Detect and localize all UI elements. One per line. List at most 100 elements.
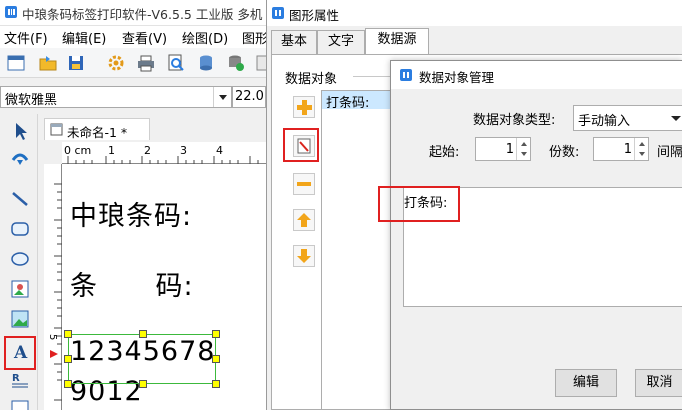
vertical-ruler-ticks bbox=[50, 183, 62, 401]
resize-handle[interactable] bbox=[212, 330, 220, 338]
app-logo-icon bbox=[5, 6, 17, 18]
highlight-content-text bbox=[378, 186, 460, 222]
arrow-down-icon bbox=[297, 249, 311, 263]
data-object-manager-dialog: 数据对象管理 数据对象类型: 手动输入 起始: 1 份数: 1 间隔 打条码: … bbox=[390, 60, 682, 410]
start-value: 1 bbox=[505, 142, 514, 157]
properties-title: 图形属性 bbox=[289, 8, 340, 23]
chevron-down-icon bbox=[671, 116, 681, 121]
manager-title-bar: 数据对象管理 bbox=[391, 61, 682, 89]
move-up-button[interactable] bbox=[293, 209, 315, 231]
data-object-type-select[interactable]: 手动输入 bbox=[573, 105, 682, 131]
start-spin-buttons[interactable] bbox=[516, 138, 530, 160]
spin-arrows-icon bbox=[639, 142, 645, 156]
canvas-text-line[interactable]: 条 码: bbox=[70, 264, 194, 303]
rich-text-tool-icon[interactable]: R bbox=[9, 370, 31, 392]
print-preview-icon[interactable] bbox=[166, 53, 186, 73]
type-dropdown-arrow[interactable] bbox=[669, 106, 682, 130]
resize-handle[interactable] bbox=[64, 380, 72, 388]
minus-icon bbox=[297, 182, 311, 186]
ruler-position-marker bbox=[50, 350, 58, 358]
settings-gear-icon[interactable] bbox=[106, 53, 126, 73]
label-canvas[interactable]: 中琅条码: 条 码: 12345678 9012 bbox=[62, 164, 268, 410]
list-item[interactable]: 打条码: bbox=[322, 91, 394, 111]
selection-box[interactable] bbox=[64, 330, 220, 388]
menu-graphics[interactable]: 图形 bbox=[242, 28, 268, 47]
tab-basic[interactable]: 基本 bbox=[271, 30, 317, 54]
list-item-label: 打条码: bbox=[326, 96, 370, 111]
print-icon[interactable] bbox=[136, 53, 156, 73]
menu-file[interactable]: 文件(F) bbox=[4, 28, 48, 47]
font-size-value: 22.0 bbox=[235, 89, 264, 104]
ruler-label: 4 bbox=[216, 144, 223, 157]
font-size-select[interactable]: 22.0 bbox=[232, 86, 266, 108]
font-dropdown-arrow[interactable] bbox=[213, 87, 231, 107]
open-folder-icon[interactable] bbox=[38, 53, 58, 73]
pan-hand-icon[interactable] bbox=[9, 148, 31, 170]
line-tool-icon[interactable] bbox=[9, 188, 31, 210]
new-window-icon[interactable] bbox=[6, 53, 26, 73]
ruler-label: 1 bbox=[108, 144, 115, 157]
arrow-up-icon bbox=[297, 213, 311, 227]
menu-view[interactable]: 查看(V) bbox=[122, 28, 167, 47]
font-name-value: 微软雅黑 bbox=[5, 93, 58, 108]
save-icon[interactable] bbox=[66, 53, 86, 73]
start-spinner[interactable]: 1 bbox=[475, 137, 531, 161]
svg-text:R: R bbox=[12, 373, 20, 384]
menu-edit[interactable]: 编辑(E) bbox=[62, 28, 106, 47]
ruler-label: 5 bbox=[47, 334, 58, 341]
canvas-text-line[interactable]: 中琅条码: bbox=[70, 194, 192, 233]
data-object-type-label: 数据对象类型: bbox=[473, 113, 556, 128]
rounded-rect-tool-icon[interactable] bbox=[9, 218, 31, 240]
resize-handle[interactable] bbox=[139, 330, 147, 338]
properties-title-bar: 图形属性 bbox=[267, 0, 682, 26]
data-object-list[interactable]: 打条码: bbox=[321, 90, 395, 410]
picture-tool-icon[interactable] bbox=[9, 308, 31, 330]
menu-draw[interactable]: 绘图(D) bbox=[182, 28, 228, 47]
highlight-text-tool bbox=[4, 336, 36, 370]
vertical-ruler: 5 bbox=[44, 164, 62, 410]
spin-arrows-icon bbox=[521, 142, 527, 156]
document-tab-label: 未命名-1 * bbox=[67, 125, 128, 140]
data-object-label: 数据对象 bbox=[285, 72, 338, 87]
tab-datasource[interactable]: 数据源 bbox=[365, 28, 429, 55]
resize-handle[interactable] bbox=[64, 330, 72, 338]
copies-value: 1 bbox=[623, 142, 632, 157]
chevron-down-icon bbox=[219, 95, 227, 100]
resize-handle[interactable] bbox=[212, 380, 220, 388]
ellipse-tool-icon[interactable] bbox=[9, 248, 31, 270]
plus-icon bbox=[297, 100, 312, 115]
document-tab[interactable]: 未命名-1 * bbox=[44, 118, 150, 140]
database-icon[interactable] bbox=[196, 53, 216, 73]
manager-title: 数据对象管理 bbox=[419, 70, 495, 85]
cancel-button[interactable]: 取消 bbox=[635, 369, 682, 397]
app-logo-icon bbox=[400, 69, 412, 81]
ruler-label: 0 cm bbox=[64, 144, 92, 157]
document-icon bbox=[50, 123, 63, 136]
font-name-select[interactable]: 微软雅黑 bbox=[0, 86, 232, 108]
tab-text[interactable]: 文字 bbox=[317, 30, 365, 54]
copies-spin-buttons[interactable] bbox=[634, 138, 648, 160]
pointer-select-icon[interactable] bbox=[9, 120, 31, 142]
resize-handle[interactable] bbox=[139, 380, 147, 388]
ruler-ticks bbox=[67, 156, 259, 164]
start-label: 起始: bbox=[429, 145, 460, 160]
ruler-label: 3 bbox=[180, 144, 187, 157]
copies-spinner[interactable]: 1 bbox=[593, 137, 649, 161]
add-data-object-button[interactable] bbox=[293, 96, 315, 118]
app-logo-icon bbox=[272, 7, 284, 19]
move-down-button[interactable] bbox=[293, 245, 315, 267]
barcode-tool-icon[interactable] bbox=[9, 398, 31, 410]
edit-button[interactable]: 编辑 bbox=[555, 369, 617, 397]
ruler-label: 2 bbox=[144, 144, 151, 157]
data-object-type-value: 手动输入 bbox=[578, 114, 631, 129]
image-tool-icon[interactable] bbox=[9, 278, 31, 300]
resize-handle[interactable] bbox=[64, 355, 72, 363]
remove-data-object-button[interactable] bbox=[293, 173, 315, 195]
interval-label: 间隔 bbox=[657, 145, 682, 160]
horizontal-ruler: 0 cm 1 2 3 4 bbox=[62, 142, 268, 164]
resize-handle[interactable] bbox=[212, 355, 220, 363]
highlight-edit-button bbox=[283, 128, 319, 162]
main-title-text: 中琅条码标签打印软件-V6.5.5 工业版 多机 bbox=[22, 7, 263, 22]
database-settings-icon[interactable] bbox=[226, 53, 246, 73]
copies-label: 份数: bbox=[549, 145, 580, 160]
